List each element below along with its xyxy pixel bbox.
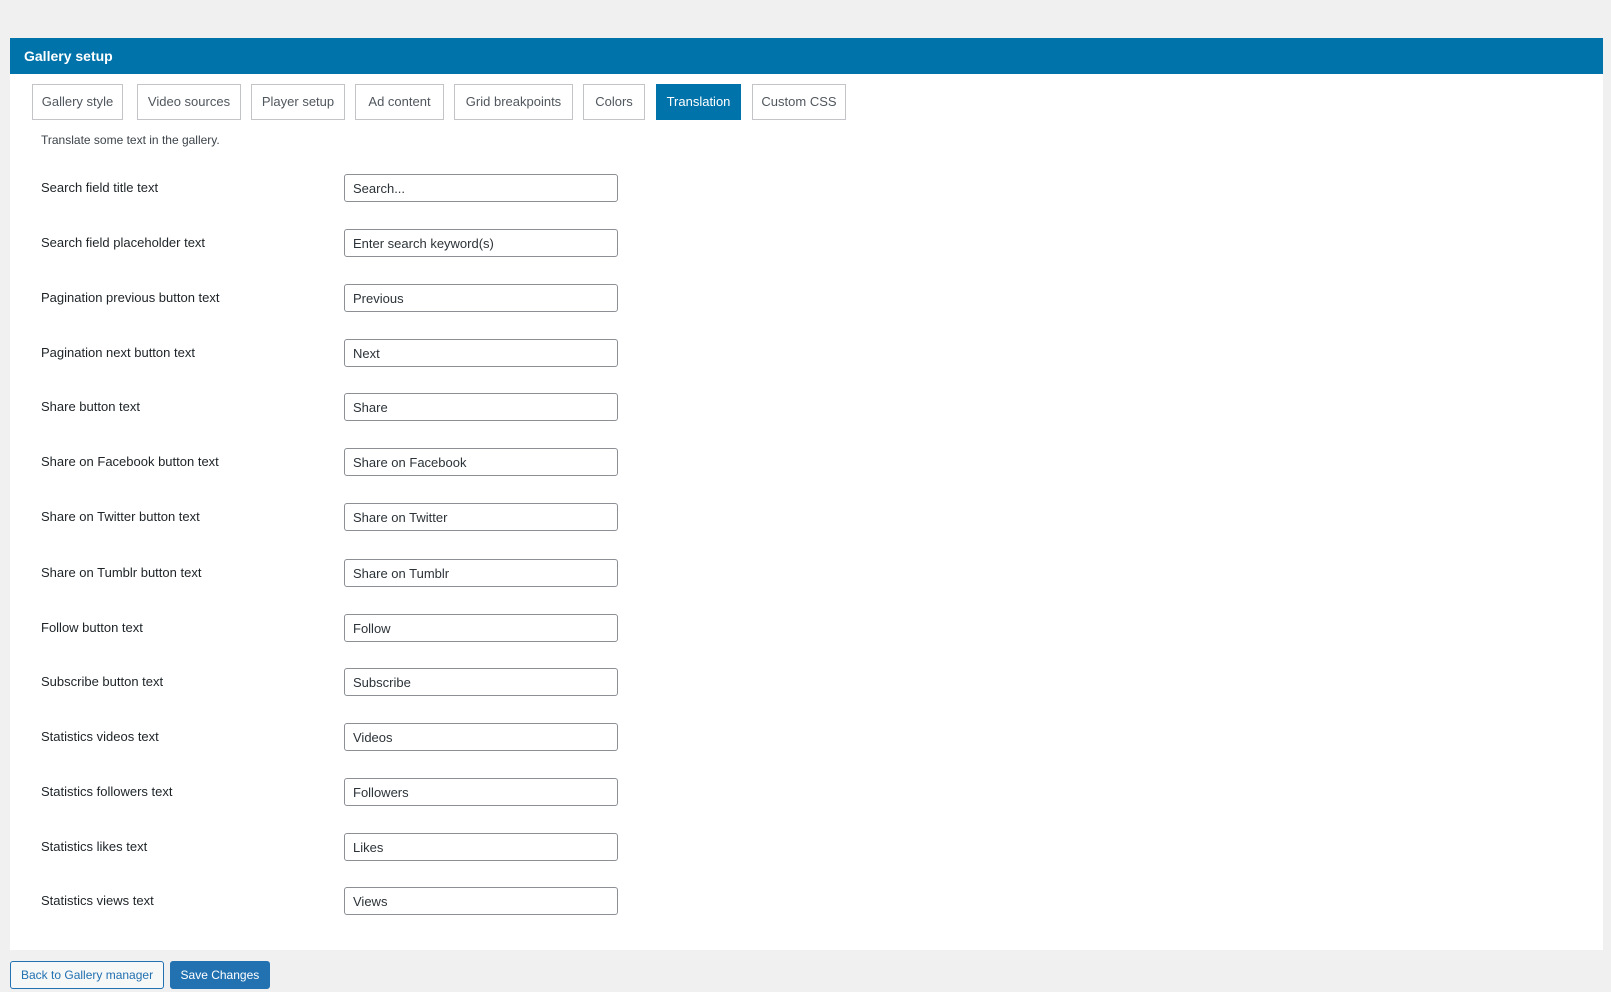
tab-translation[interactable]: Translation (656, 84, 741, 120)
field-label: Search field placeholder text (41, 235, 206, 250)
field-label: Pagination next button text (41, 345, 195, 360)
form-row-share-facebook: Share on Facebook button text (41, 448, 641, 476)
statistics-videos-input[interactable] (344, 723, 618, 751)
form-row-statistics-videos: Statistics videos text (41, 723, 641, 751)
share-twitter-input[interactable] (344, 503, 618, 531)
search-placeholder-input[interactable] (344, 229, 618, 257)
form-row-statistics-views: Statistics views text (41, 887, 641, 915)
tab-grid-breakpoints[interactable]: Grid breakpoints (454, 84, 573, 120)
pagination-next-input[interactable] (344, 339, 618, 367)
tab-gallery-style[interactable]: Gallery style (32, 84, 123, 120)
statistics-likes-input[interactable] (344, 833, 618, 861)
translation-description: Translate some text in the gallery. (41, 133, 220, 147)
share-facebook-input[interactable] (344, 448, 618, 476)
field-label: Follow button text (41, 620, 143, 635)
field-label: Statistics likes text (41, 839, 148, 854)
tab-colors[interactable]: Colors (583, 84, 645, 120)
form-row-statistics-followers: Statistics followers text (41, 778, 641, 806)
tab-video-sources[interactable]: Video sources (137, 84, 241, 120)
panel-title: Gallery setup (10, 38, 1603, 74)
form-row-pagination-next: Pagination next button text (41, 339, 641, 367)
form-row-pagination-previous: Pagination previous button text (41, 284, 641, 312)
tab-ad-content[interactable]: Ad content (355, 84, 444, 120)
field-label: Subscribe button text (41, 674, 164, 689)
field-label: Statistics followers text (41, 784, 173, 799)
form-row-share: Share button text (41, 393, 641, 421)
form-row-search-title: Search field title text (41, 174, 641, 202)
field-label: Share on Twitter button text (41, 509, 200, 524)
share-input[interactable] (344, 393, 618, 421)
back-to-gallery-manager-button[interactable]: Back to Gallery manager (10, 961, 165, 989)
form-row-subscribe: Subscribe button text (41, 668, 641, 696)
subscribe-input[interactable] (344, 668, 618, 696)
field-label: Share on Tumblr button text (41, 565, 202, 580)
form-row-search-placeholder: Search field placeholder text (41, 229, 641, 257)
field-label: Share button text (41, 399, 141, 414)
search-title-input[interactable] (344, 174, 618, 202)
statistics-followers-input[interactable] (344, 778, 618, 806)
field-label: Share on Facebook button text (41, 454, 219, 469)
form-row-share-tumblr: Share on Tumblr button text (41, 559, 641, 587)
field-label: Statistics views text (41, 893, 154, 908)
form-row-statistics-likes: Statistics likes text (41, 833, 641, 861)
statistics-views-input[interactable] (344, 887, 618, 915)
tab-bar: Gallery style Video sources Player setup… (10, 84, 1603, 120)
save-changes-button[interactable]: Save Changes (169, 961, 271, 989)
form-row-follow: Follow button text (41, 614, 641, 642)
tab-custom-css[interactable]: Custom CSS (752, 84, 846, 120)
field-label: Search field title text (41, 180, 159, 195)
share-tumblr-input[interactable] (344, 559, 618, 587)
pagination-previous-input[interactable] (344, 284, 618, 312)
follow-input[interactable] (344, 614, 618, 642)
form-row-share-twitter: Share on Twitter button text (41, 503, 641, 531)
field-label: Pagination previous button text (41, 290, 220, 305)
field-label: Statistics videos text (41, 729, 159, 744)
footer-actions: Back to Gallery manager Save Changes (10, 961, 271, 989)
gallery-setup-panel: Gallery setup Gallery style Video source… (10, 38, 1603, 950)
tab-player-setup[interactable]: Player setup (251, 84, 345, 120)
